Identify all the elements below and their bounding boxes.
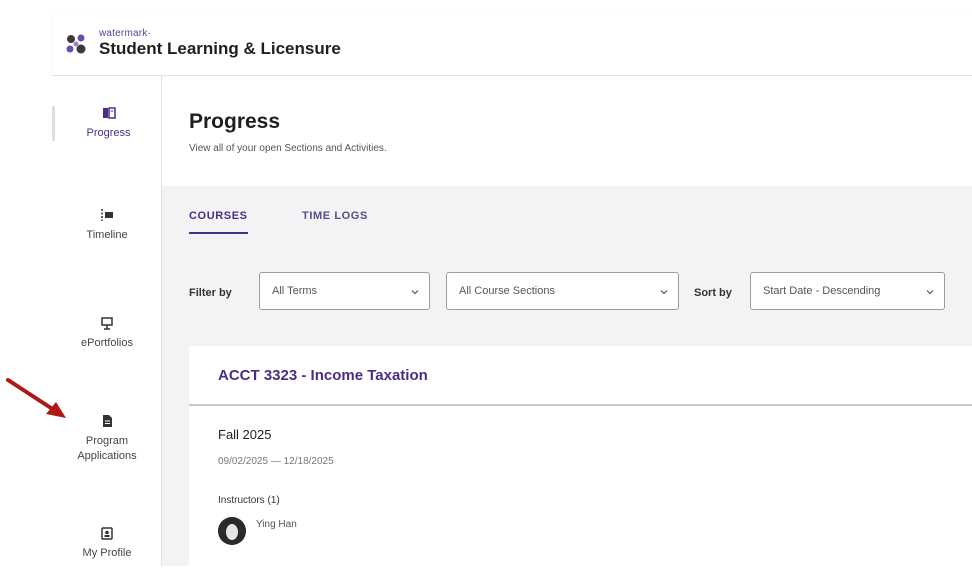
document-icon	[103, 415, 112, 427]
page-subtitle: View all of your open Sections and Activ…	[189, 143, 387, 154]
chevron-down-icon	[926, 290, 934, 295]
sidebar-item-eportfolios[interactable]: ePortfolios	[52, 316, 162, 351]
timeline-icon	[101, 209, 113, 221]
sidebar-item-label: Program	[85, 435, 129, 447]
course-sections-select[interactable]: All Course Sections	[446, 272, 679, 310]
sidebar-item-progress[interactable]: Progress	[52, 106, 162, 141]
course-card: ACCT 3323 - Income Taxation Fall 2025 09…	[189, 346, 972, 576]
filter-bar: Filter by All Terms All Course Sections …	[189, 272, 972, 312]
sidebar-item-my-profile[interactable]: My Profile	[52, 526, 162, 561]
course-dates: 09/02/2025 — 12/18/2025	[218, 456, 334, 467]
sidebar-item-label: ePortfolios	[81, 337, 133, 349]
eportfolio-icon	[101, 317, 113, 330]
sidebar: Progress Timeline ePortfolios Program Ap…	[52, 76, 162, 566]
course-sections-select-value: All Course Sections	[459, 285, 555, 297]
sidebar-item-label: Timeline	[86, 229, 128, 241]
instructors-label: Instructors (1)	[218, 495, 280, 506]
course-title-link[interactable]: ACCT 3323 - Income Taxation	[218, 367, 428, 384]
avatar	[218, 517, 246, 545]
tab-time-logs[interactable]: TIME LOGS	[302, 210, 368, 222]
user-silhouette-icon	[218, 517, 246, 545]
course-card-header: ACCT 3323 - Income Taxation	[189, 346, 972, 406]
brand-name: watermark·	[99, 28, 152, 39]
sidebar-item-timeline[interactable]: Timeline	[52, 208, 162, 243]
main-content: Progress View all of your open Sections …	[162, 76, 972, 576]
sort-select-value: Start Date - Descending	[763, 285, 881, 297]
instructor-name: Ying Han	[256, 519, 297, 530]
course-term: Fall 2025	[218, 427, 272, 442]
app-title: Student Learning & Licensure	[99, 39, 341, 58]
tab-courses[interactable]: COURSES	[189, 210, 248, 234]
app-header: watermark· Student Learning & Licensure	[52, 14, 972, 76]
chevron-down-icon	[660, 290, 668, 295]
annotation-arrow-icon	[6, 378, 66, 418]
terms-select-value: All Terms	[272, 285, 318, 297]
sort-select[interactable]: Start Date - Descending	[750, 272, 945, 310]
watermark-logo-icon	[66, 34, 86, 54]
sidebar-item-label: My Profile	[82, 547, 132, 559]
chevron-down-icon	[411, 290, 419, 295]
page-title: Progress	[189, 110, 281, 133]
sidebar-item-label: Progress	[86, 127, 131, 139]
sidebar-item-label: Applications	[77, 450, 137, 462]
profile-icon	[101, 527, 113, 540]
sort-by-label: Sort by	[694, 287, 732, 299]
page-header: Progress View all of your open Sections …	[162, 76, 972, 186]
progress-icon	[102, 107, 116, 119]
terms-select[interactable]: All Terms	[259, 272, 430, 310]
filter-by-label: Filter by	[189, 287, 232, 299]
